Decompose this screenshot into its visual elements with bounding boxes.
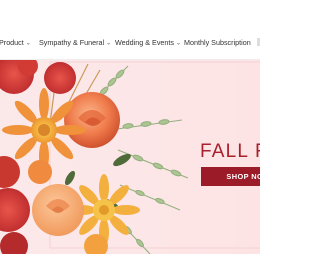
nav-item-wedding-events[interactable]: Wedding & Events ⌄ xyxy=(115,38,181,47)
nav-item-product[interactable]: Product ⌄ xyxy=(0,38,31,47)
page-bottom-strip xyxy=(0,254,260,260)
nav-item-label: Product xyxy=(0,38,24,47)
chevron-down-icon: ⌄ xyxy=(25,40,31,47)
nav-item-overflow[interactable] xyxy=(257,38,260,46)
nav-item-label: Wedding & Events xyxy=(115,38,174,47)
nav-item-label: Sympathy & Funeral xyxy=(39,38,105,47)
nav-item-monthly-subscription[interactable]: Monthly Subscription xyxy=(184,38,251,47)
chevron-down-icon: ⌄ xyxy=(106,40,112,47)
chevron-down-icon: ⌄ xyxy=(176,40,182,47)
main-navigation: Product ⌄ Sympathy & Funeral ⌄ Wedding & E… xyxy=(0,0,260,60)
nav-item-sympathy-funeral[interactable]: Sympathy & Funeral ⌄ xyxy=(39,38,111,47)
shop-now-button[interactable]: SHOP NOW xyxy=(201,167,260,186)
nav-item-label: Monthly Subscription xyxy=(184,38,251,47)
hero-title: FALL F xyxy=(200,141,260,162)
hero-banner[interactable]: FALL F SHOP NOW xyxy=(0,60,260,254)
